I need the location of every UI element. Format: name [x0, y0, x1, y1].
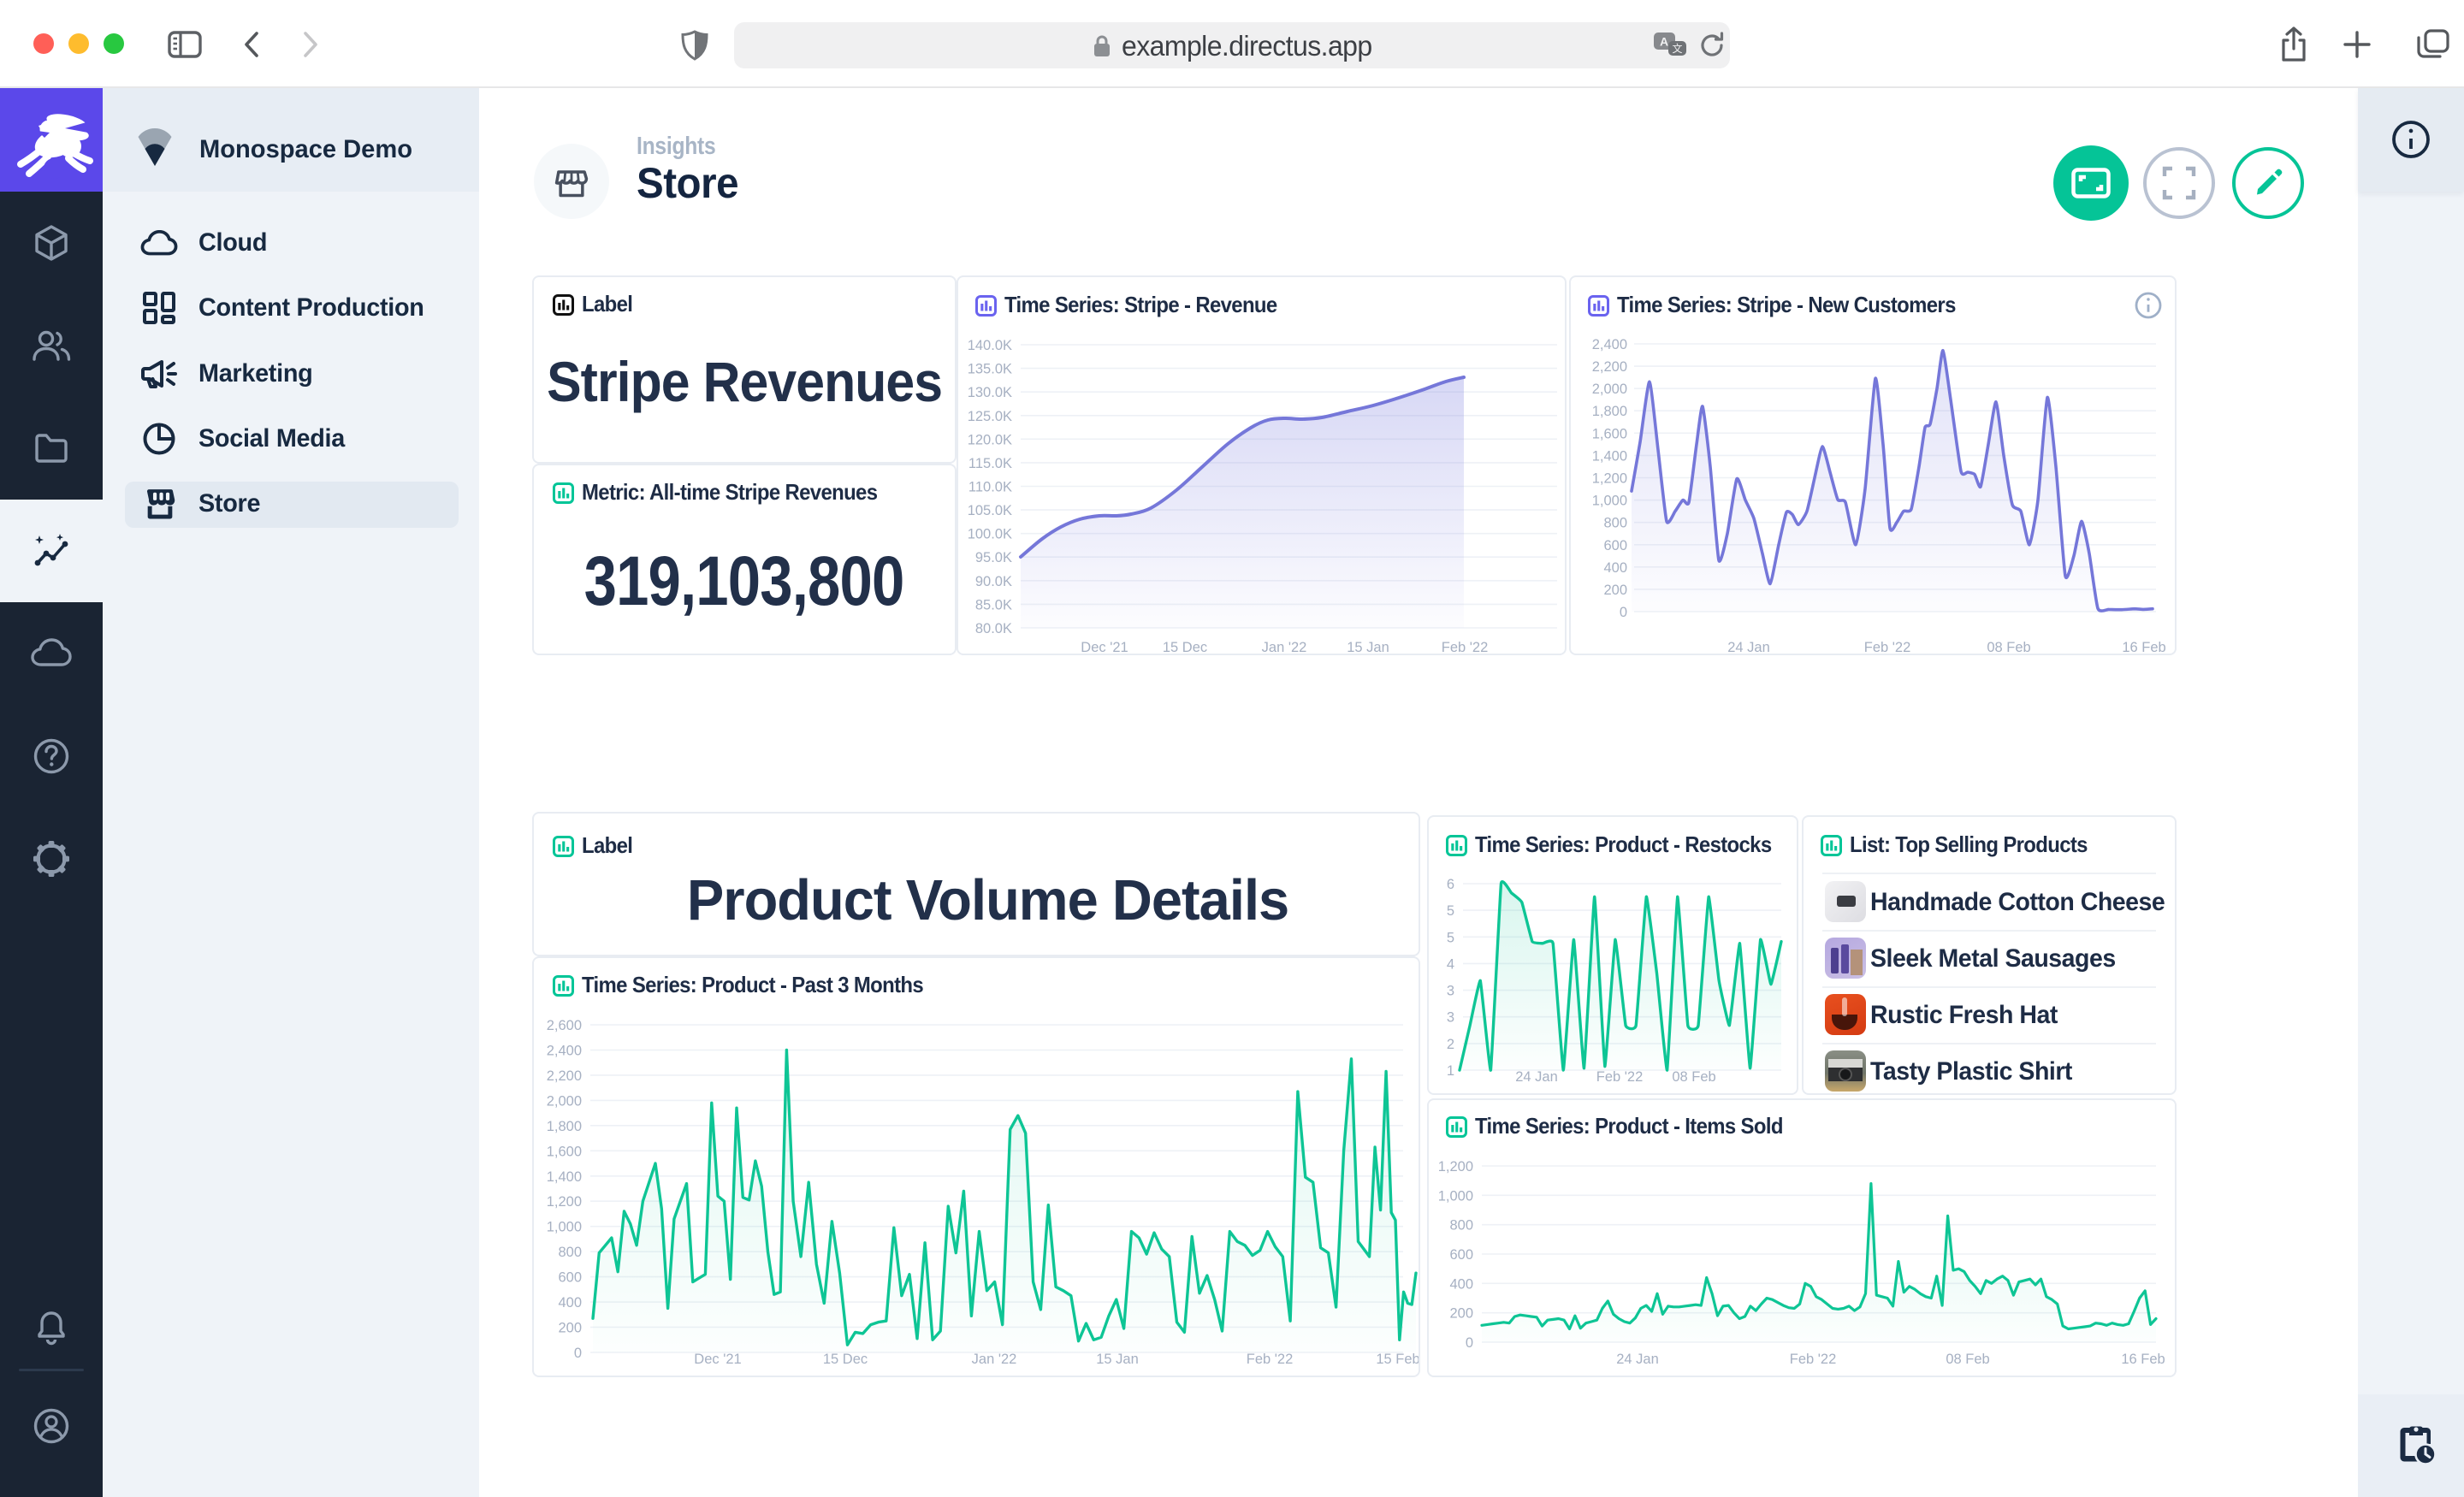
svg-text:1,400: 1,400: [1592, 448, 1627, 464]
svg-text:125.0K: 125.0K: [968, 409, 1012, 424]
svg-text:135.0K: 135.0K: [968, 362, 1012, 377]
svg-text:200: 200: [1603, 583, 1627, 598]
svg-text:200: 200: [1449, 1306, 1473, 1322]
svg-text:2,200: 2,200: [1592, 359, 1627, 375]
svg-text:08 Feb: 08 Feb: [1987, 640, 2030, 654]
svg-text:1: 1: [1447, 1063, 1454, 1079]
svg-text:200: 200: [558, 1321, 582, 1336]
svg-text:0: 0: [574, 1346, 582, 1361]
svg-text:Feb '22: Feb '22: [1596, 1069, 1644, 1085]
svg-text:5: 5: [1447, 930, 1454, 945]
svg-text:16 Feb: 16 Feb: [2122, 640, 2165, 654]
svg-text:800: 800: [558, 1245, 582, 1260]
svg-text:100.0K: 100.0K: [968, 527, 1012, 542]
svg-text:1,800: 1,800: [1592, 404, 1627, 419]
svg-text:Feb '22: Feb '22: [1247, 1352, 1294, 1367]
svg-text:2: 2: [1447, 1037, 1454, 1052]
svg-text:140.0K: 140.0K: [968, 338, 1012, 353]
svg-text:4: 4: [1447, 956, 1454, 972]
svg-text:120.0K: 120.0K: [968, 432, 1012, 447]
svg-text:2,000: 2,000: [1592, 382, 1627, 397]
svg-text:Dec '21: Dec '21: [694, 1352, 741, 1367]
svg-text:Jan '22: Jan '22: [1262, 640, 1307, 654]
svg-text:105.0K: 105.0K: [968, 503, 1012, 518]
svg-text:15 Dec: 15 Dec: [1163, 640, 1207, 654]
svg-text:400: 400: [558, 1295, 582, 1311]
svg-text:Feb '22: Feb '22: [1864, 640, 1911, 654]
svg-text:400: 400: [1449, 1276, 1473, 1292]
svg-text:1,000: 1,000: [1438, 1188, 1473, 1204]
svg-text:1,000: 1,000: [547, 1220, 582, 1235]
svg-text:15 Dec: 15 Dec: [823, 1352, 868, 1367]
svg-text:15 Jan: 15 Jan: [1096, 1352, 1139, 1367]
svg-text:文: 文: [1672, 42, 1682, 55]
svg-text:85.0K: 85.0K: [975, 597, 1012, 612]
svg-text:90.0K: 90.0K: [975, 574, 1012, 589]
svg-text:600: 600: [558, 1270, 582, 1286]
svg-text:15 Feb: 15 Feb: [1376, 1352, 1419, 1367]
svg-text:2,000: 2,000: [547, 1093, 582, 1109]
svg-text:115.0K: 115.0K: [968, 456, 1012, 471]
svg-text:24 Jan: 24 Jan: [1616, 1352, 1659, 1367]
svg-text:5: 5: [1447, 903, 1454, 919]
svg-text:15 Jan: 15 Jan: [1347, 640, 1389, 654]
svg-text:400: 400: [1603, 560, 1627, 576]
svg-text:95.0K: 95.0K: [975, 550, 1012, 565]
svg-text:1,200: 1,200: [1438, 1159, 1473, 1175]
svg-text:800: 800: [1603, 516, 1627, 531]
svg-text:Feb '22: Feb '22: [1442, 640, 1489, 654]
svg-text:A: A: [1660, 35, 1668, 49]
svg-text:08 Feb: 08 Feb: [1946, 1352, 1989, 1367]
svg-text:Dec '21: Dec '21: [1081, 640, 1128, 654]
svg-text:1,000: 1,000: [1592, 494, 1627, 509]
svg-text:600: 600: [1449, 1247, 1473, 1263]
svg-text:2,400: 2,400: [1592, 337, 1627, 352]
svg-text:24 Jan: 24 Jan: [1515, 1069, 1558, 1085]
svg-text:1,200: 1,200: [1592, 471, 1627, 487]
svg-text:3: 3: [1447, 1010, 1454, 1026]
svg-text:24 Jan: 24 Jan: [1727, 640, 1770, 654]
svg-text:110.0K: 110.0K: [968, 480, 1012, 495]
svg-text:0: 0: [1620, 605, 1627, 620]
svg-text:800: 800: [1449, 1218, 1473, 1234]
svg-text:2,400: 2,400: [547, 1044, 582, 1059]
svg-text:130.0K: 130.0K: [968, 385, 1012, 400]
svg-text:08 Feb: 08 Feb: [1672, 1069, 1715, 1085]
svg-text:1,600: 1,600: [1592, 426, 1627, 441]
svg-text:Jan '22: Jan '22: [972, 1352, 1017, 1367]
svg-text:600: 600: [1603, 538, 1627, 553]
svg-text:2,600: 2,600: [547, 1018, 582, 1033]
svg-text:1,600: 1,600: [547, 1144, 582, 1159]
svg-text:16 Feb: 16 Feb: [2121, 1352, 2165, 1367]
svg-text:1,800: 1,800: [547, 1119, 582, 1134]
svg-text:Feb '22: Feb '22: [1790, 1352, 1837, 1367]
svg-text:1,200: 1,200: [547, 1194, 582, 1210]
svg-text:6: 6: [1447, 877, 1454, 892]
svg-text:80.0K: 80.0K: [975, 621, 1012, 636]
svg-text:1,400: 1,400: [547, 1169, 582, 1185]
svg-text:0: 0: [1466, 1335, 1473, 1351]
svg-text:3: 3: [1447, 984, 1454, 999]
svg-text:2,200: 2,200: [547, 1068, 582, 1084]
